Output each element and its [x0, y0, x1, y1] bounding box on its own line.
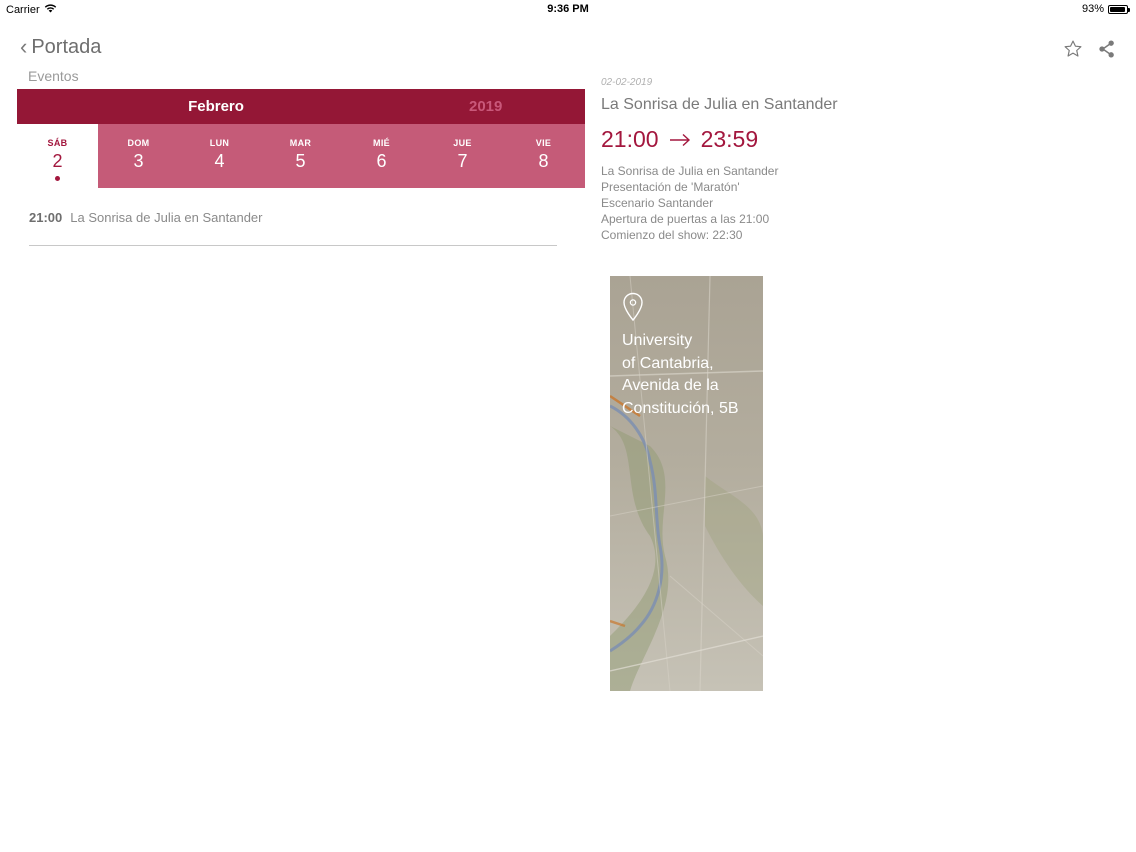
day-number: 6: [376, 151, 387, 171]
day-name: JUE: [453, 138, 472, 148]
location-pin-icon: [622, 292, 644, 327]
day-name: MAR: [289, 138, 312, 148]
day-number: 2: [52, 151, 63, 171]
day-number: 3: [133, 151, 144, 171]
back-button[interactable]: ‹ Portada: [20, 33, 102, 59]
day-lun[interactable]: LUN 4: [179, 124, 260, 188]
location-map[interactable]: University of Cantabria, Avenida de la C…: [610, 276, 763, 691]
day-name: VIE: [535, 138, 552, 148]
day-sab[interactable]: SÁB 2: [17, 124, 98, 188]
day-mar[interactable]: MAR 5: [260, 124, 341, 188]
event-time: 21:00: [29, 210, 63, 225]
description-line: Presentación de 'Maratón': [601, 180, 740, 194]
address-line: Avenida de la: [622, 377, 719, 394]
battery-percent: 93%: [1081, 3, 1104, 15]
arrow-right-icon: [669, 126, 691, 153]
detail-time-range: 21:00 23:59: [601, 126, 758, 153]
day-name: DOM: [127, 138, 150, 148]
day-jue[interactable]: JUE 7: [422, 124, 503, 188]
description-line: Escenario Santander: [601, 196, 714, 210]
start-time: 21:00: [601, 126, 659, 152]
month-bar: Febrero 2019: [17, 89, 585, 124]
calendar: Febrero 2019 SÁB 2 DOM 3 LUN 4 MAR 5 MIÉ…: [17, 89, 585, 188]
back-label: Portada: [31, 36, 102, 58]
day-name: MIÉ: [373, 138, 390, 148]
month-label[interactable]: Febrero: [17, 98, 415, 115]
status-bar: Carrier 9:36 PM 93%: [0, 0, 1136, 18]
day-number: 4: [214, 151, 225, 171]
description-line: La Sonrisa de Julia en Santander: [601, 164, 779, 178]
day-number: 8: [538, 151, 549, 171]
address-line: University: [622, 332, 693, 349]
day-number: 5: [295, 151, 306, 171]
section-title: Eventos: [28, 68, 79, 84]
day-name: SÁB: [47, 138, 68, 148]
description-line: Comienzo del show: 22:30: [601, 228, 743, 242]
day-name: LUN: [209, 138, 230, 148]
event-list-item[interactable]: 21:00 La Sonrisa de Julia en Santander: [29, 210, 557, 246]
share-icon[interactable]: [1096, 38, 1118, 60]
address-line: Constitución, 5B: [622, 399, 739, 417]
clock: 9:36 PM: [547, 3, 589, 15]
end-time: 23:59: [700, 126, 759, 152]
address-line: of Cantabria,: [622, 354, 714, 372]
battery-icon: [1108, 4, 1130, 14]
map-address: University of Cantabria, Avenida de la C…: [622, 330, 762, 420]
detail-date: 02-02-2019: [601, 77, 653, 88]
star-icon[interactable]: [1062, 38, 1084, 60]
event-title: La Sonrisa de Julia en Santander: [70, 210, 263, 225]
days-row: SÁB 2 DOM 3 LUN 4 MAR 5 MIÉ 6 JUE 7 VIE …: [17, 124, 585, 188]
day-vie[interactable]: VIE 8: [503, 124, 584, 188]
day-dom[interactable]: DOM 3: [98, 124, 179, 188]
description-line: Apertura de puertas a las 21:00: [601, 212, 770, 226]
detail-description: La Sonrisa de Julia en Santander Present…: [601, 163, 778, 243]
detail-title: La Sonrisa de Julia en Santander: [601, 96, 838, 113]
day-number: 7: [457, 151, 468, 171]
day-mie[interactable]: MIÉ 6: [341, 124, 422, 188]
year-label[interactable]: 2019: [469, 98, 502, 115]
event-indicator-dot: [55, 176, 60, 181]
chevron-left-icon: ‹: [20, 33, 28, 59]
